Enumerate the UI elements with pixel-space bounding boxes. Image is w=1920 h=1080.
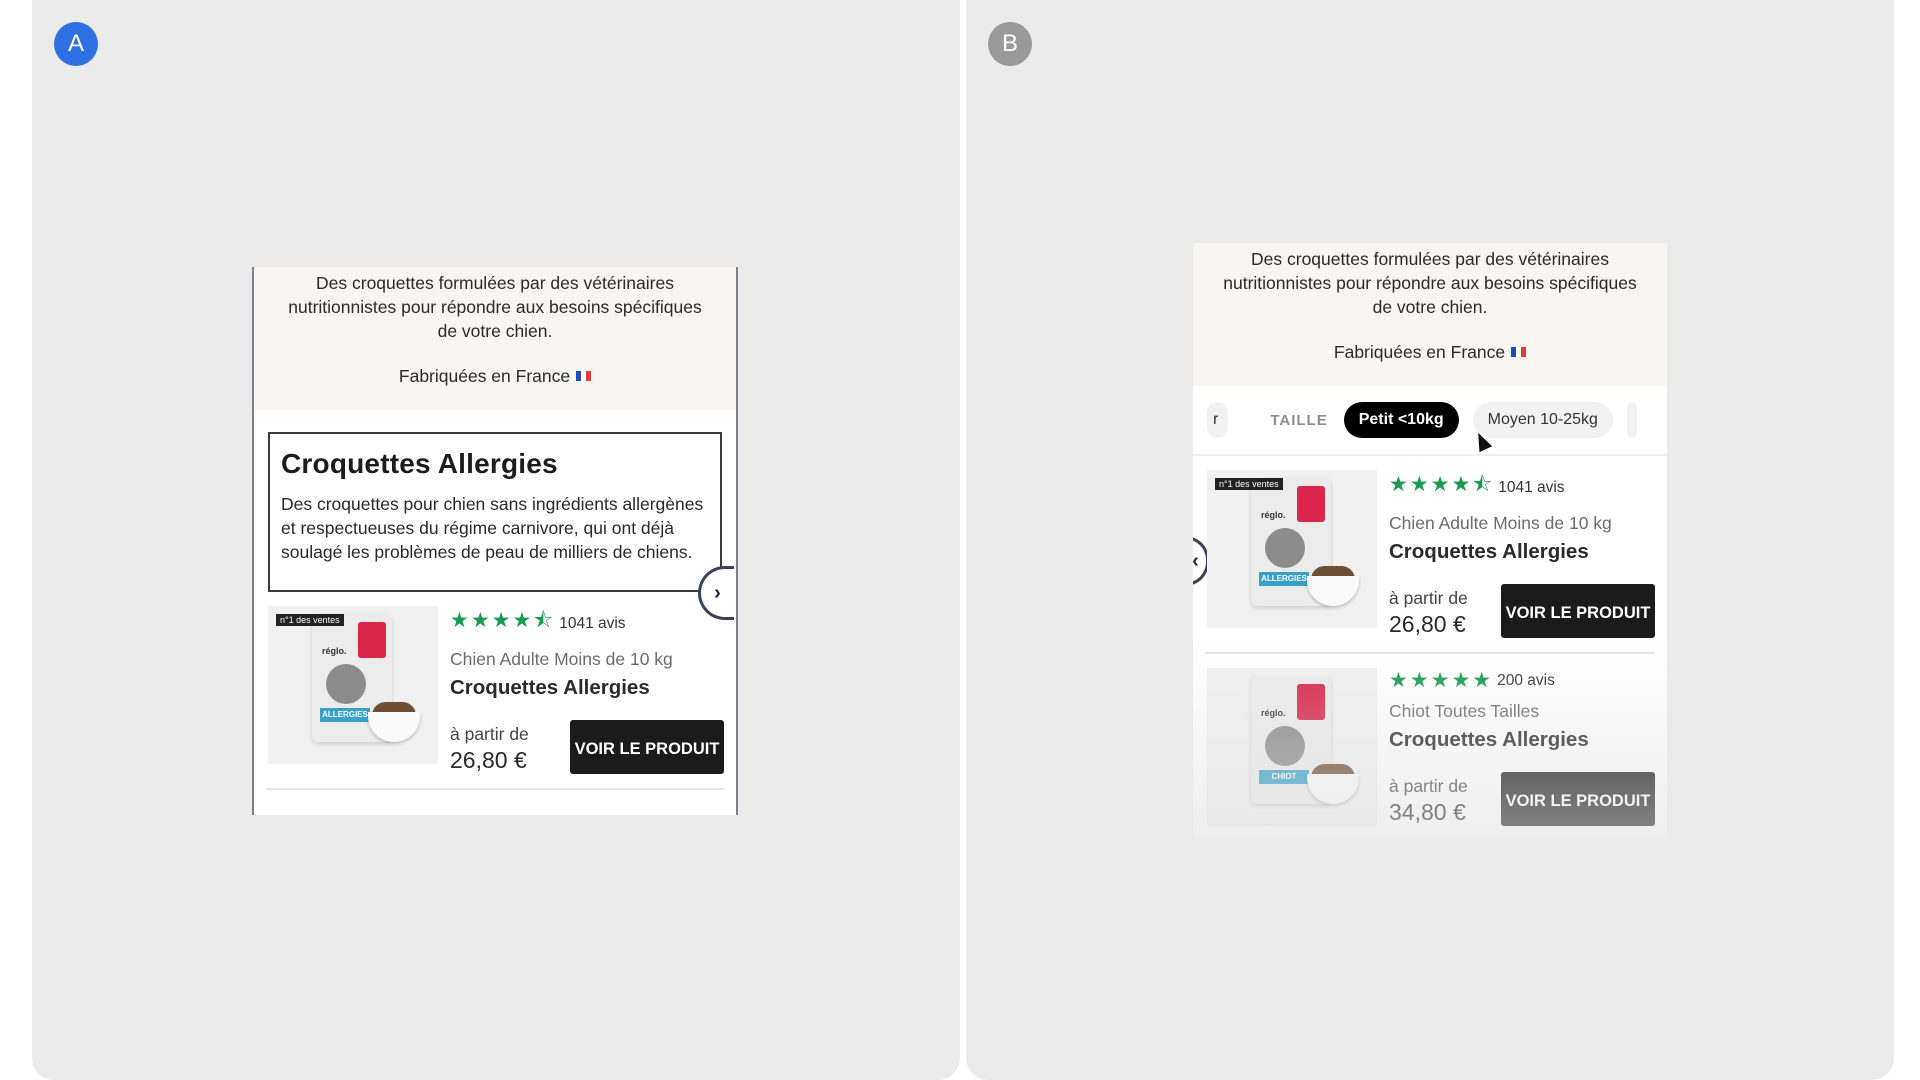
france-flag-icon [576, 371, 592, 381]
from-label: à partir de [1389, 588, 1468, 608]
intro-text: Des croquettes formulées par des vétérin… [288, 273, 702, 341]
bestseller-tag: n°1 des ventes [276, 614, 344, 626]
product-name[interactable]: Croquettes Allergies [1389, 540, 1655, 564]
product-image[interactable]: réglo. ALLERGIES n°1 des ventes [1207, 470, 1377, 628]
bestseller-tag: n°1 des ventes [1215, 478, 1283, 490]
category-title: Croquettes Allergies [281, 448, 558, 479]
price-row: à partir de 34,80 € VOIR LE PRODUIT [1389, 772, 1655, 826]
rating: ★★★★⯪ 1041 avis [450, 606, 724, 641]
product-image[interactable]: réglo. CHIOT [1207, 668, 1377, 826]
product-name[interactable]: Croquettes Allergies [450, 676, 724, 700]
product-card[interactable]: réglo. ALLERGIES n°1 des ventes ★★★★⯪ 10… [254, 592, 736, 774]
dog-photo [1265, 726, 1305, 766]
price-row: à partir de 26,80 € VOIR LE PRODUIT [450, 720, 724, 774]
bag-brand: réglo. [1261, 708, 1286, 718]
bag-label [1297, 486, 1325, 522]
intro-section: Des croquettes formulées par des vétérin… [1193, 243, 1667, 386]
intro-section: Des croquettes formulées par des vétérin… [254, 267, 736, 410]
intro-text: Des croquettes formulées par des vétérin… [1223, 249, 1637, 317]
review-count[interactable]: 1041 avis [1498, 479, 1564, 497]
filter-chip-partial[interactable]: r [1207, 402, 1229, 438]
bag-strip: ALLERGIES [320, 708, 370, 722]
bag-strip: ALLERGIES [1259, 572, 1309, 586]
category-description: Des croquettes pour chien sans ingrédien… [281, 494, 704, 562]
product-name[interactable]: Croquettes Allergies [1389, 728, 1655, 752]
bag-strip: CHIOT [1259, 770, 1309, 784]
panel-a-badge: A [54, 22, 98, 66]
rating: ★★★★⯪ 1041 avis [1389, 470, 1655, 505]
category-card: Croquettes Allergies Des croquettes pour… [268, 432, 734, 620]
france-flag-icon [1511, 347, 1527, 357]
made-in-label: Fabriquées en France [1333, 342, 1506, 362]
view-product-button[interactable]: VOIR LE PRODUIT [570, 720, 724, 774]
product-price: 34,80 € [1389, 799, 1466, 825]
product-info: ★★★★⯪ 1041 avis Chien Adulte Moins de 10… [1389, 470, 1655, 638]
panel-b-badge: B [988, 22, 1032, 66]
star-rating-icon: ★★★★★ [1389, 669, 1494, 692]
filter-chip-next[interactable] [1626, 402, 1637, 438]
view-product-button[interactable]: VOIR LE PRODUIT [1501, 584, 1655, 638]
product-subtitle: Chien Adulte Moins de 10 kg [1389, 513, 1612, 533]
review-count[interactable]: 200 avis [1497, 672, 1555, 690]
product-price: 26,80 € [450, 747, 527, 773]
star-rating-icon: ★★★★⯪ [1389, 473, 1495, 496]
price-row: à partir de 26,80 € VOIR LE PRODUIT [1389, 584, 1655, 638]
bag-label [358, 622, 386, 658]
bag-brand: réglo. [322, 646, 347, 656]
product-card[interactable]: ‹ réglo. ALLERGIES n°1 des ventes ★★★★⯪ [1193, 456, 1667, 638]
product-subtitle: Chien Adulte Moins de 10 kg [450, 649, 673, 669]
rating: ★★★★★ 200 avis [1389, 668, 1655, 693]
star-rating-icon: ★★★★⯪ [450, 609, 556, 632]
made-in-label: Fabriquées en France [398, 366, 571, 386]
review-count[interactable]: 1041 avis [559, 615, 625, 633]
product-subtitle: Chiot Toutes Tailles [1389, 701, 1540, 721]
product-price: 26,80 € [1389, 611, 1466, 637]
comparison-stage: A Des croquettes formulées par des vétér… [0, 0, 1920, 1080]
phone-screen-b: Des croquettes formulées par des vétérin… [1193, 243, 1667, 839]
bag-label [1297, 684, 1325, 720]
product-image[interactable]: réglo. ALLERGIES n°1 des ventes [268, 606, 438, 764]
filter-chip-medium[interactable]: Moyen 10-25kg [1472, 402, 1613, 438]
panel-a: A Des croquettes formulées par des vétér… [32, 0, 960, 1080]
size-filter-label: TAILLE [1270, 411, 1328, 429]
dog-photo [326, 664, 366, 704]
filter-chip-small[interactable]: Petit <10kg [1343, 402, 1459, 438]
dog-photo [1265, 528, 1305, 568]
phone-screen-a: Des croquettes formulées par des vétérin… [252, 267, 738, 815]
divider [266, 788, 724, 790]
from-label: à partir de [1389, 776, 1468, 796]
size-filter-bar[interactable]: r TAILLE Petit <10kg Moyen 10-25kg [1193, 386, 1667, 456]
product-info: ★★★★★ 200 avis Chiot Toutes Tailles Croq… [1389, 668, 1655, 826]
bag-brand: réglo. [1261, 510, 1286, 520]
product-info: ★★★★⯪ 1041 avis Chien Adulte Moins de 10… [450, 606, 724, 774]
from-label: à partir de [450, 724, 529, 744]
panel-b: B Des croquettes formulées par des vétér… [966, 0, 1894, 1080]
product-card[interactable]: réglo. CHIOT ★★★★★ 200 avis Chiot Toutes… [1193, 654, 1667, 826]
view-product-button[interactable]: VOIR LE PRODUIT [1501, 772, 1655, 826]
